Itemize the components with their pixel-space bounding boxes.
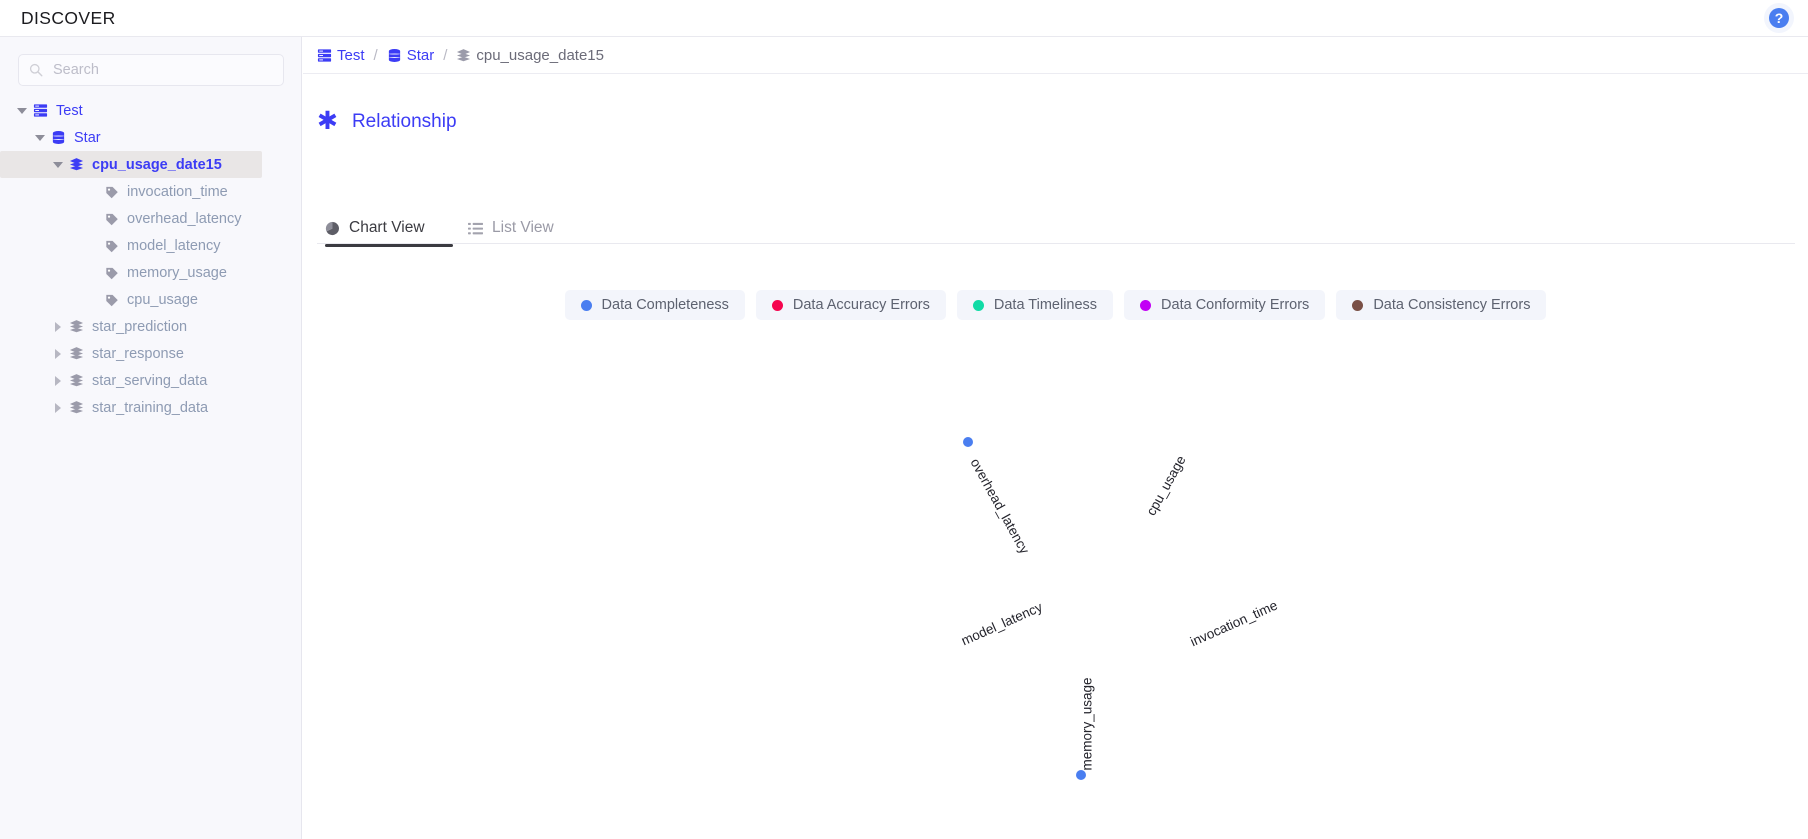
chevron-right-icon[interactable] <box>52 402 64 414</box>
caret-spacer <box>88 240 100 252</box>
sidebar-item-label: cpu_usage <box>127 291 198 308</box>
caret-spacer <box>88 213 100 225</box>
sidebar-item-label: overhead_latency <box>127 210 242 227</box>
sidebar-item-star_prediction[interactable]: star_prediction <box>0 313 301 340</box>
chevron-right-icon[interactable] <box>52 321 64 333</box>
search-input[interactable] <box>51 61 273 79</box>
sidebar-item-star_training_data[interactable]: star_training_data <box>0 394 301 421</box>
sidebar-item-label: cpu_usage_date15 <box>92 156 222 173</box>
top-bar: DISCOVER ? <box>0 0 1808 37</box>
sidebar-item-label: model_latency <box>127 237 221 254</box>
scatter-point-label: cpu_usage <box>1143 453 1189 519</box>
sidebar-item-label: Test <box>56 102 83 119</box>
chevron-down-icon[interactable] <box>16 105 28 117</box>
dataset-icon <box>69 346 84 361</box>
relationship-scatter-plot: overhead_latency cpu_usage model_latency in… <box>303 37 1808 839</box>
chevron-down-icon[interactable] <box>52 159 64 171</box>
tag-icon <box>105 293 119 307</box>
sidebar-item-label: star_training_data <box>92 399 209 416</box>
chevron-down-icon[interactable] <box>34 132 46 144</box>
sidebar-item-label: Star <box>74 129 101 146</box>
sidebar-item-label: star_serving_data <box>92 372 208 389</box>
main-panel: Test / Star / cpu_usage_date15 ✱ Relations… <box>303 37 1808 839</box>
sidebar-item-star_response[interactable]: star_response <box>0 340 301 367</box>
chevron-right-icon[interactable] <box>52 348 64 360</box>
dataset-icon <box>69 373 84 388</box>
tag-icon <box>105 266 119 280</box>
sidebar-item-label: star_response <box>92 345 184 362</box>
sidebar-item-cpu_usage[interactable]: cpu_usage <box>0 286 301 313</box>
chevron-right-icon[interactable] <box>52 375 64 387</box>
caret-spacer <box>88 186 100 198</box>
scatter-point[interactable] <box>963 437 973 447</box>
sidebar-item-label: star_prediction <box>92 318 188 335</box>
tag-icon <box>105 239 119 253</box>
scatter-point-label: invocation_time <box>1187 597 1280 650</box>
caret-spacer <box>88 294 100 306</box>
sidebar-item-label: memory_usage <box>127 264 227 281</box>
sidebar-item-star_serving_data[interactable]: star_serving_data <box>0 367 301 394</box>
sidebar-tree: Test Star cpu_usage_date15 invocation_ti… <box>0 97 301 421</box>
tag-icon <box>105 185 119 199</box>
caret-spacer <box>88 267 100 279</box>
sidebar-item-label: invocation_time <box>127 183 228 200</box>
help-button[interactable]: ? <box>1764 3 1794 33</box>
sidebar-item-cpu_usage_date15[interactable]: cpu_usage_date15 <box>0 151 262 178</box>
app-brand: DISCOVER <box>21 7 116 28</box>
tag-icon <box>105 212 119 226</box>
scatter-point-label: memory_usage <box>1079 677 1095 771</box>
database-icon <box>51 130 66 145</box>
database-server-icon <box>33 103 48 118</box>
dataset-icon <box>69 319 84 334</box>
sidebar-item-Star[interactable]: Star <box>0 124 301 151</box>
help-circle-icon: ? <box>1769 8 1789 28</box>
sidebar: Test Star cpu_usage_date15 invocation_ti… <box>0 37 302 839</box>
sidebar-item-Test[interactable]: Test <box>0 97 301 124</box>
sidebar-item-model_latency[interactable]: model_latency <box>0 232 301 259</box>
dataset-icon <box>69 157 84 172</box>
sidebar-item-overhead_latency[interactable]: overhead_latency <box>0 205 301 232</box>
scatter-point-label: overhead_latency <box>967 455 1033 557</box>
dataset-icon <box>69 400 84 415</box>
scatter-point[interactable] <box>1076 770 1086 780</box>
search-icon <box>29 63 43 77</box>
scatter-point-label: model_latency <box>958 599 1045 649</box>
sidebar-item-invocation_time[interactable]: invocation_time <box>0 178 301 205</box>
search-box[interactable] <box>18 54 284 86</box>
sidebar-item-memory_usage[interactable]: memory_usage <box>0 259 301 286</box>
